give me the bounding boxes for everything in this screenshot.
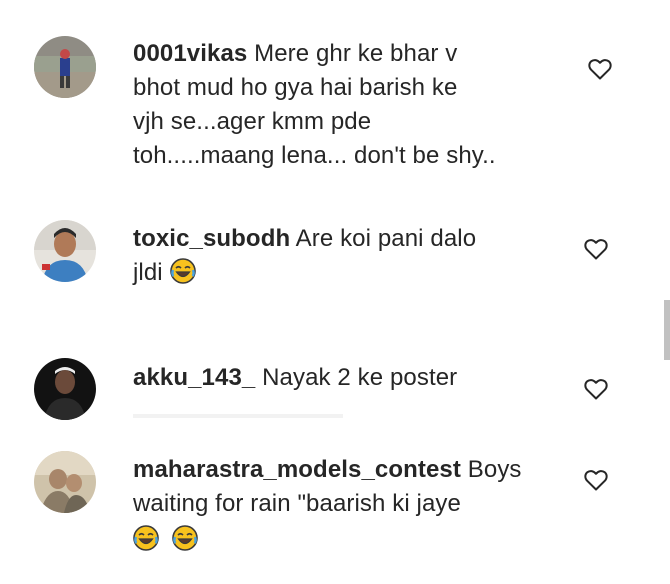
comment-body-line: jldi (133, 259, 163, 286)
avatar[interactable] (34, 220, 96, 282)
avatar[interactable] (34, 36, 96, 98)
face-with-tears-of-joy-icon (169, 258, 196, 284)
comment-username[interactable]: akku_143_ (133, 364, 255, 391)
comment-username[interactable]: toxic_subodh (133, 225, 290, 252)
face-with-tears-of-joy-icon (133, 525, 159, 551)
scrollbar[interactable] (664, 300, 670, 360)
comment-body-line: waiting for rain "baarish ki jaye (133, 490, 461, 517)
comment-text: 0001vikas Mere ghr ke bhar v bhot mud ho… (133, 37, 496, 173)
heart-icon[interactable] (587, 57, 613, 81)
heart-icon[interactable] (583, 468, 609, 492)
emoji-row (133, 523, 522, 557)
comments-panel: { "comments": [ { "username": "0001vikas… (0, 0, 670, 584)
comment-body-line: Mere ghr ke bhar v (254, 40, 458, 67)
face-with-tears-of-joy-icon (171, 525, 198, 551)
avatar[interactable] (34, 451, 96, 513)
comment-body-line: bhot mud ho gya hai barish ke (133, 74, 458, 101)
comment-body-line: Boys (467, 456, 522, 483)
comment-username[interactable]: 0001vikas (133, 40, 247, 67)
comment-username[interactable]: maharastra_models_contest (133, 456, 461, 483)
comment-text: akku_143_ Nayak 2 ke poster (133, 361, 457, 395)
avatar[interactable] (34, 358, 96, 420)
comment-text: maharastra_models_contest Boys waiting f… (133, 453, 522, 557)
heart-icon[interactable] (583, 377, 609, 401)
comment-body-line: vjh se...ager kmm pde (133, 108, 372, 135)
comment-text: toxic_subodh Are koi pani dalo jldi (133, 222, 476, 290)
divider (133, 414, 343, 418)
comment-body-line: Nayak 2 ke poster (262, 364, 458, 391)
comment-body-line: toh.....maang lena... don't be shy.. (133, 142, 496, 169)
heart-icon[interactable] (583, 237, 609, 261)
comment-body-line: Are koi pani dalo (295, 225, 477, 252)
